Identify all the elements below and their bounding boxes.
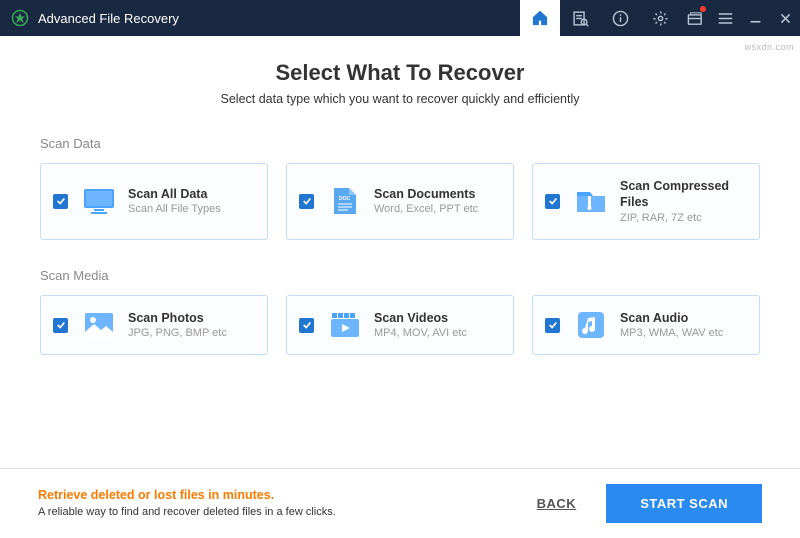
app-title: Advanced File Recovery (38, 11, 179, 26)
hamburger-icon (718, 12, 733, 25)
card-scan-documents[interactable]: DOC Scan Documents Word, Excel, PPT etc (286, 163, 514, 240)
home-icon (531, 9, 549, 27)
card-stack-icon (687, 11, 704, 26)
card-scan-photos[interactable]: Scan Photos JPG, PNG, BMP etc (40, 295, 268, 356)
card-scan-audio[interactable]: Scan Audio MP3, WMA, WAV etc (532, 295, 760, 356)
audio-icon (574, 310, 608, 340)
section-label-media: Scan Media (40, 268, 760, 283)
check-icon (56, 320, 66, 330)
footer-desc: A reliable way to find and recover delet… (38, 505, 336, 520)
tab-scan[interactable] (560, 0, 600, 36)
section-label-data: Scan Data (40, 136, 760, 151)
check-icon (548, 196, 558, 206)
card-title: Scan Audio (620, 310, 723, 326)
footer-actions: BACK START SCAN (537, 484, 762, 523)
notifications-button[interactable] (680, 0, 710, 36)
watermark: wsxdn.com (744, 42, 794, 52)
start-scan-button[interactable]: START SCAN (606, 484, 762, 523)
card-desc: ZIP, RAR, 7Z etc (620, 211, 747, 225)
checkbox-audio[interactable] (545, 318, 560, 333)
card-desc: Word, Excel, PPT etc (374, 202, 478, 216)
photo-icon (82, 310, 116, 340)
card-desc: Scan All File Types (128, 202, 221, 216)
monitor-icon (82, 186, 116, 216)
close-icon (779, 12, 792, 25)
close-button[interactable] (770, 0, 800, 36)
check-icon (56, 196, 66, 206)
app-logo-icon (10, 8, 30, 28)
menu-button[interactable] (710, 0, 740, 36)
minimize-button[interactable] (740, 0, 770, 36)
card-title: Scan All Data (128, 186, 221, 202)
main-content: Select What To Recover Select data type … (0, 36, 800, 355)
checkbox-photos[interactable] (53, 318, 68, 333)
card-title: Scan Documents (374, 186, 478, 202)
footer-message: Retrieve deleted or lost files in minute… (38, 487, 336, 520)
tab-info[interactable] (600, 0, 640, 36)
back-button[interactable]: BACK (537, 496, 577, 511)
check-icon (302, 320, 312, 330)
checkbox-documents[interactable] (299, 194, 314, 209)
video-icon (328, 310, 362, 340)
nav-tabs (520, 0, 680, 36)
card-title: Scan Videos (374, 310, 467, 326)
info-icon (612, 10, 629, 27)
check-icon (548, 320, 558, 330)
row-scan-data: Scan All Data Scan All File Types DOC Sc… (40, 163, 760, 240)
row-scan-media: Scan Photos JPG, PNG, BMP etc Scan Video… (40, 295, 760, 356)
card-desc: MP3, WMA, WAV etc (620, 326, 723, 340)
tab-home[interactable] (520, 0, 560, 36)
checkbox-compressed[interactable] (545, 194, 560, 209)
page-subtitle: Select data type which you want to recov… (40, 92, 760, 106)
checkbox-all-data[interactable] (53, 194, 68, 209)
gear-icon (652, 10, 669, 27)
card-title: Scan Compressed Files (620, 178, 747, 211)
check-icon (302, 196, 312, 206)
archive-icon (574, 186, 608, 216)
card-desc: MP4, MOV, AVI etc (374, 326, 467, 340)
card-scan-compressed[interactable]: Scan Compressed Files ZIP, RAR, 7Z etc (532, 163, 760, 240)
card-title: Scan Photos (128, 310, 227, 326)
footer-title: Retrieve deleted or lost files in minute… (38, 487, 336, 505)
window-controls (680, 0, 800, 36)
footer: Retrieve deleted or lost files in minute… (0, 468, 800, 538)
svg-text:DOC: DOC (339, 196, 351, 202)
document-icon: DOC (328, 186, 362, 216)
card-scan-videos[interactable]: Scan Videos MP4, MOV, AVI etc (286, 295, 514, 356)
scan-list-icon (572, 10, 589, 27)
card-scan-all-data[interactable]: Scan All Data Scan All File Types (40, 163, 268, 240)
card-desc: JPG, PNG, BMP etc (128, 326, 227, 340)
notification-badge (700, 6, 706, 12)
checkbox-videos[interactable] (299, 318, 314, 333)
titlebar: Advanced File Recovery (0, 0, 800, 36)
page-title: Select What To Recover (40, 60, 760, 86)
tab-settings[interactable] (640, 0, 680, 36)
minimize-icon (749, 12, 762, 25)
